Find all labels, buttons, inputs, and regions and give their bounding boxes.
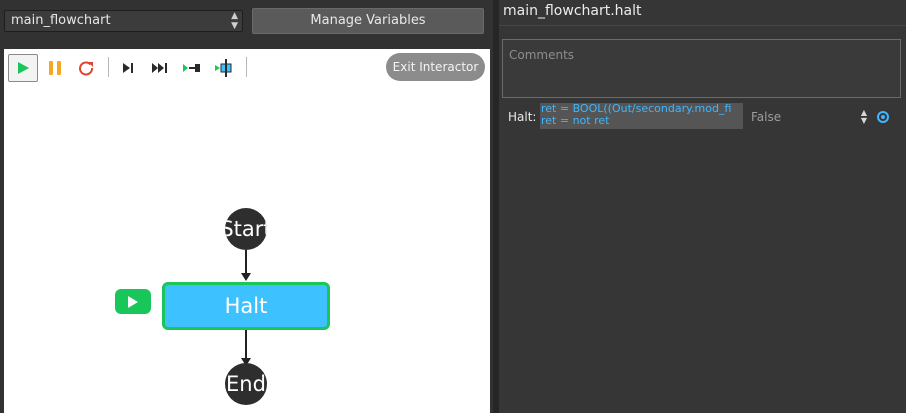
properties-title: main_flowchart.halt [503,3,642,19]
manage-variables-button[interactable]: Manage Variables [252,8,484,34]
app-window: main_flowchart ▲ ▼ Manage Variables Exit… [0,0,906,413]
title-divider [499,25,906,26]
breakpoint-button[interactable] [209,54,239,82]
breakpoint-icon [215,59,232,77]
halt-radio-button[interactable] [877,111,889,123]
halt-node-label: Halt [224,294,268,318]
halt-code-editor[interactable]: ret = BOOL((Out/secondary.mod_fi ret = n… [540,103,743,129]
comments-placeholder: Comments [509,48,575,62]
flowchart-canvas[interactable]: Exit Interactor Start Halt End [4,49,490,413]
play-icon [18,62,29,74]
halt-value-select[interactable]: False ▲ ▼ [751,108,869,126]
properties-pane: main_flowchart.halt Comments Halt: ret =… [499,0,906,413]
halt-node[interactable]: Halt [162,282,330,330]
pause-icon [49,61,61,75]
step-button[interactable] [113,54,143,82]
flowchart-pane: main_flowchart ▲ ▼ Manage Variables Exit… [0,0,493,413]
pause-button[interactable] [40,54,70,82]
halt-value: False [751,110,782,124]
toolbar-divider [246,57,247,77]
flowchart-select[interactable]: main_flowchart ▲ ▼ [4,10,243,32]
fast-forward-button[interactable] [145,54,175,82]
select-arrows-icon: ▲ ▼ [231,11,238,31]
end-node-label: End [226,372,266,396]
halt-label: Halt: [508,110,537,124]
toolbar-divider [108,57,109,77]
current-step-marker [115,289,151,314]
fast-forward-icon [152,63,167,73]
run-to-icon [183,64,200,72]
restart-icon [79,61,93,76]
flowchart-select-value: main_flowchart [11,13,111,28]
comments-field[interactable]: Comments [502,39,901,98]
end-node[interactable]: End [225,363,267,405]
select-arrows-icon: ▲ ▼ [860,108,867,125]
code-line: ret = not ret [541,114,610,127]
play-icon [128,295,138,308]
restart-button[interactable] [71,54,101,82]
exit-interactor-button[interactable]: Exit Interactor [386,53,485,81]
step-icon [123,63,133,73]
connector-halt-end [245,330,247,361]
start-node-label: Start [225,217,267,241]
run-to-button[interactable] [177,54,207,82]
play-button[interactable] [8,54,38,82]
arrow-down-icon [241,273,251,281]
start-node[interactable]: Start [225,208,267,250]
